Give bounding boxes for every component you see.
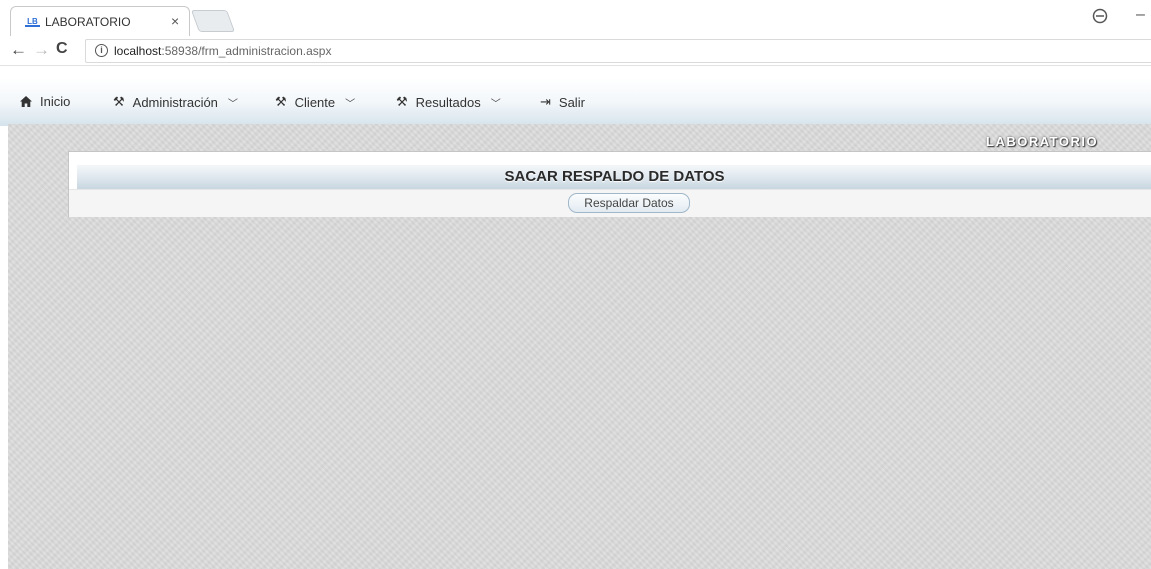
info-icon[interactable]: i [95,44,108,57]
chevron-down-icon: ﹀ [345,98,356,110]
address-bar: ← → C i localhost:58938/frm_administraci… [0,36,1151,66]
profile-icon[interactable] [1092,8,1108,24]
minimize-icon[interactable]: – [1136,6,1145,24]
url-host: localhost [114,44,162,58]
home-icon [20,96,32,107]
brand-logo: LABORATORIO [986,134,1099,149]
browser-tab[interactable]: LB LABORATORIO × [10,6,190,36]
menu-item-administracion[interactable]: ⚒ Administración ﹀ [113,94,238,110]
new-tab-button[interactable] [190,10,236,32]
log-out-icon: ⇥ [540,94,551,109]
menu-item-label: Salir [558,94,585,110]
menu-item-resultados[interactable]: ⚒ Resultados ﹀ [396,94,501,110]
panel-title: SACAR RESPALDO DE DATOS [504,168,725,185]
favicon-icon: LB [25,16,40,27]
backup-panel: SACAR RESPALDO DE DATOS Respaldar Datos [68,151,1151,217]
backup-data-button[interactable]: Respaldar Datos [568,193,690,213]
main-menu-bar: Inicio ⚒ Administración ﹀ ⚒ Cliente ﹀ ⚒ Re… [0,78,1151,126]
back-arrow-icon[interactable]: ← [10,40,27,60]
url-path: :58938/frm_administracion.aspx [161,44,332,58]
panel-body: Respaldar Datos [69,189,1151,217]
browser-tab-bar: LB LABORATORIO × – [0,0,1151,36]
menu-item-salir[interactable]: ⇥ Salir [540,94,585,110]
url-input[interactable]: i localhost:58938/frm_administracion.asp… [85,39,1151,63]
content-area: LABORATORIO SACAR RESPALDO DE DATOS Resp… [8,124,1151,569]
tools-icon: ⚒ [113,94,125,109]
menu-item-label: Inicio [40,94,71,109]
url-text: localhost:58938/frm_administracion.aspx [114,44,331,58]
menu-item-inicio[interactable]: Inicio [20,94,70,109]
menu-item-label: Cliente [294,94,336,110]
tab-title: LABORATORIO [45,15,131,29]
menu-item-label: Administración [132,94,218,110]
tab-close-icon[interactable]: × [171,13,179,29]
tools-icon: ⚒ [396,94,408,109]
menu-item-label: Resultados [415,94,481,110]
forward-arrow-icon[interactable]: → [33,40,50,60]
panel-header: SACAR RESPALDO DE DATOS [77,165,1151,189]
chevron-down-icon: ﹀ [490,98,501,110]
chevron-down-icon: ﹀ [227,98,238,110]
reload-icon[interactable]: C [56,40,68,58]
tools-icon: ⚒ [275,94,287,109]
menu-item-cliente[interactable]: ⚒ Cliente ﹀ [275,94,355,110]
